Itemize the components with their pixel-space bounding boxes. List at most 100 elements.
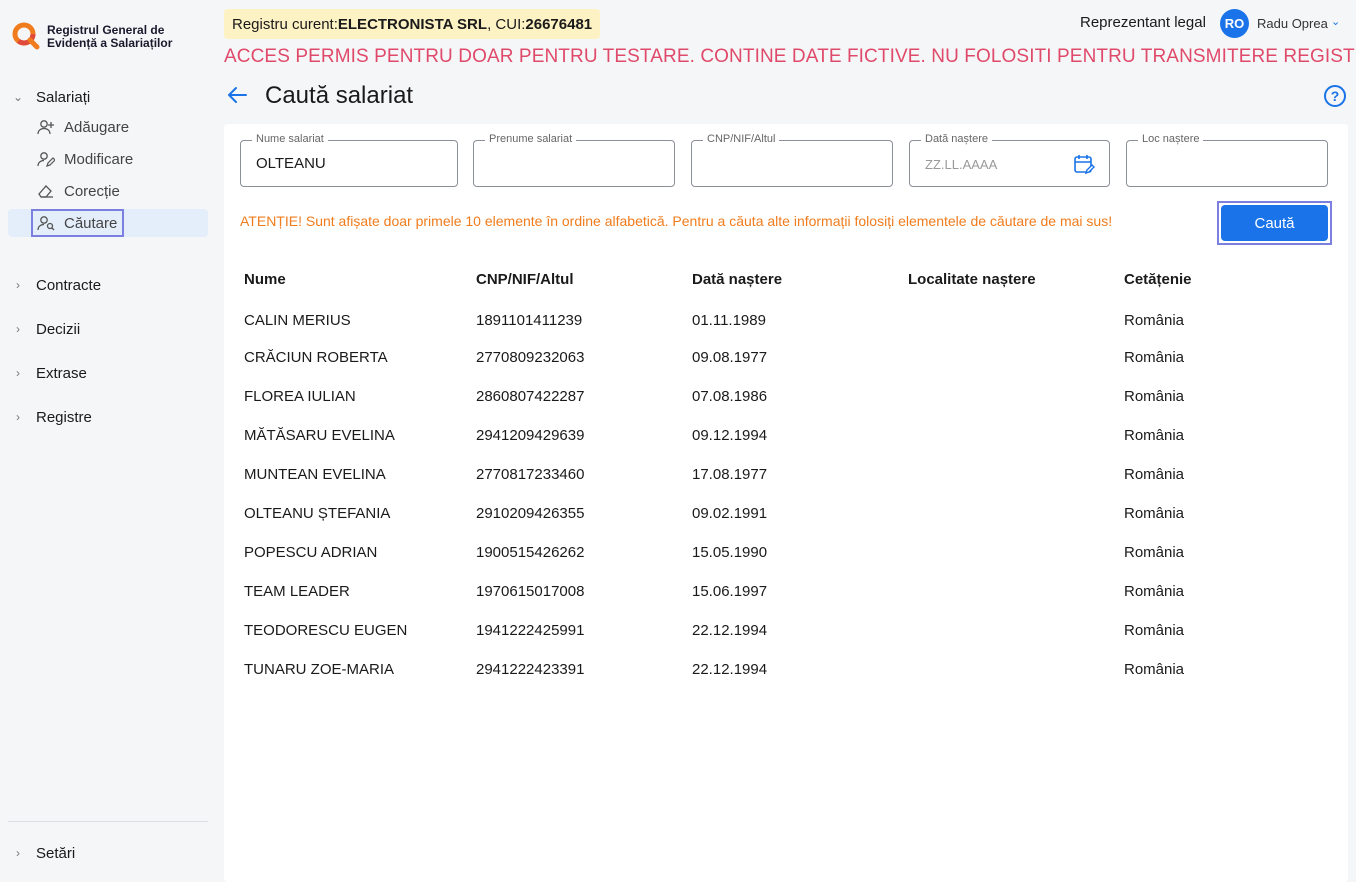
chevron-right-icon: ›: [16, 846, 20, 860]
cell-cetatenie: România: [1124, 583, 1185, 600]
cell-cnp: 2860807422287: [476, 388, 585, 405]
table-row[interactable]: MĂTĂSARU EVELINA 2941209429639 09.12.1994 R…: [244, 416, 1304, 455]
nav-head-decizii[interactable]: › Decizii: [8, 317, 208, 341]
nav-head-label: Extrase: [36, 364, 87, 382]
cell-data-nastere: 17.08.1977: [692, 466, 768, 483]
cui-prefix: , CUI:: [487, 15, 526, 33]
nav-head-label: Decizii: [36, 320, 81, 338]
search-button[interactable]: Caută: [1221, 205, 1328, 241]
cui-value: 26676481: [525, 15, 593, 33]
chevron-down-icon[interactable]: ⌄: [1331, 15, 1340, 28]
active-item-highlight: Căutare: [31, 209, 125, 237]
table-row[interactable]: TEAM LEADER 1970615017008 15.06.1997 Români…: [244, 572, 1304, 611]
nav-group-extrase: › Extrase: [8, 361, 208, 385]
cell-nume: TUNARU ZOE-MARIA: [244, 661, 394, 678]
sidebar: Registrul General de Evidență a Salariaț…: [0, 0, 216, 882]
table-row[interactable]: MUNTEAN EVELINA 2770817233460 17.08.1977 Ro…: [244, 455, 1304, 494]
nav-head-label: Contracte: [36, 276, 102, 294]
user-edit-icon: [36, 150, 56, 168]
back-arrow-icon[interactable]: [226, 84, 248, 106]
nav-group-contracte: › Contracte: [8, 273, 208, 297]
column-header-cnp[interactable]: CNP/NIF/Altul: [476, 259, 692, 299]
cell-cetatenie: România: [1124, 505, 1185, 522]
user-add-icon: [36, 118, 56, 136]
nav-head-salariati[interactable]: ⌄ Salariați: [8, 85, 208, 109]
nav-head-label: Salariați: [36, 88, 91, 106]
table-row[interactable]: OLTEANU ȘTEFANIA 2910209426355 09.02.1991 R…: [244, 494, 1304, 533]
nav-group-decizii: › Decizii: [8, 317, 208, 341]
chevron-down-icon: ⌄: [12, 90, 24, 104]
results-table-body: CALIN MERIUS 1891101411239 01.11.1989 Român…: [244, 299, 1304, 689]
chevron-right-icon: ›: [16, 410, 20, 424]
table-row[interactable]: FLOREA IULIAN 2860807422287 07.08.1986 Româ…: [244, 377, 1304, 416]
cell-nume: FLOREA IULIAN: [244, 388, 356, 405]
table-row[interactable]: TUNARU ZOE-MARIA 2941222423391 22.12.1994 R…: [244, 650, 1304, 689]
cell-nume: CALIN MERIUS: [244, 312, 351, 329]
table-row[interactable]: POPESCU ADRIAN 1900515426262 15.05.1990 Rom…: [244, 533, 1304, 572]
user-search-icon: [36, 214, 56, 232]
sidebar-item-label: Adăugare: [64, 118, 130, 136]
table-row[interactable]: CALIN MERIUS 1891101411239 01.11.1989 Român…: [244, 299, 1304, 338]
cell-cnp: 1900515426262: [476, 544, 585, 561]
cell-localitate: [908, 299, 1124, 338]
sidebar-item-label: Căutare: [64, 214, 118, 232]
user-name[interactable]: Radu Oprea: [1257, 16, 1328, 31]
nav-head-registre[interactable]: › Registre: [8, 405, 208, 429]
cell-cnp: 2941222423391: [476, 661, 585, 678]
loc-nastere-field[interactable]: Loc naștere: [1126, 133, 1328, 187]
cell-cnp: 2941209429639: [476, 427, 585, 444]
cell-cnp: 1970615017008: [476, 583, 585, 600]
nume-field[interactable]: Nume salariat OLTEANU: [240, 133, 458, 187]
cell-data-nastere: 09.12.1994: [692, 427, 768, 444]
company-name: ELECTRONISTA SRL: [337, 15, 488, 33]
cnp-field[interactable]: CNP/NIF/Altul: [691, 133, 893, 187]
cell-cetatenie: România: [1124, 544, 1185, 561]
help-icon[interactable]: ?: [1324, 85, 1346, 107]
page-title: Caută salariat: [265, 82, 414, 109]
test-warning-banner: ACCES PERMIS PENTRU DOAR PENTRU TESTARE.…: [224, 46, 1356, 67]
cell-cnp: 2770809232063: [476, 349, 585, 366]
data-nastere-field[interactable]: Dată naștere: [909, 133, 1110, 187]
table-row[interactable]: CRĂCIUN ROBERTA 2770809232063 09.08.1977 Ro…: [244, 338, 1304, 377]
prenume-field[interactable]: Prenume salariat: [473, 133, 675, 187]
cell-localitate: [908, 572, 1124, 611]
cell-cnp: 1891101411239: [476, 312, 583, 329]
sidebar-item-corectie[interactable]: Corecție: [8, 177, 208, 205]
prenume-field-label: Prenume salariat: [485, 133, 577, 145]
table-header-row: Nume CNP/NIF/Altul Dată naștere Localita…: [244, 259, 1304, 299]
sidebar-item-cautare[interactable]: Căutare: [8, 209, 208, 237]
app-name: Registrul General de Evidență a Salariaț…: [47, 24, 172, 50]
cell-nume: TEODORESCU EUGEN: [244, 622, 408, 639]
column-header-localitate[interactable]: Localitate naștere: [908, 259, 1124, 299]
app-logo[interactable]: Registrul General de Evidență a Salariaț…: [12, 22, 172, 50]
column-header-cetatenie[interactable]: Cetățenie: [1124, 259, 1304, 299]
user-role: Reprezentant legal: [1080, 14, 1206, 31]
cell-nume: CRĂCIUN ROBERTA: [244, 349, 388, 366]
nume-field-value[interactable]: OLTEANU: [256, 155, 326, 172]
app-name-line2: Evidență a Salariaților: [47, 36, 173, 50]
table-row[interactable]: TEODORESCU EUGEN 1941222425991 22.12.1994 R…: [244, 611, 1304, 650]
results-table: Nume CNP/NIF/Altul Dată naștere Localita…: [244, 259, 1304, 689]
cell-cetatenie: România: [1124, 622, 1185, 639]
cell-localitate: [908, 416, 1124, 455]
nav-head-contracte[interactable]: › Contracte: [8, 273, 208, 297]
column-header-data-nastere[interactable]: Dată naștere: [692, 259, 908, 299]
sidebar-item-adaugare[interactable]: Adăugare: [8, 113, 208, 141]
cell-cetatenie: România: [1124, 661, 1185, 678]
chevron-right-icon: ›: [16, 366, 20, 380]
column-header-nume[interactable]: Nume: [244, 259, 476, 299]
search-panel: Nume salariat OLTEANU Prenume salariat C…: [224, 124, 1348, 882]
chevron-right-icon: ›: [16, 322, 20, 336]
avatar[interactable]: RO: [1220, 9, 1249, 38]
nav-head-extrase[interactable]: › Extrase: [8, 361, 208, 385]
calendar-icon[interactable]: [1073, 153, 1095, 175]
nav-head-setari[interactable]: › Setări: [8, 841, 208, 865]
sidebar-item-modificare[interactable]: Modificare: [8, 145, 208, 173]
cell-cetatenie: România: [1124, 349, 1185, 366]
nav-group-registre: › Registre: [8, 405, 208, 429]
sidebar-item-label: Corecție: [64, 182, 120, 200]
nav-head-label: Setări: [36, 844, 76, 862]
chevron-right-icon: ›: [16, 278, 20, 292]
data-nastere-input[interactable]: [925, 153, 1065, 175]
loc-nastere-field-label: Loc naștere: [1138, 133, 1204, 145]
